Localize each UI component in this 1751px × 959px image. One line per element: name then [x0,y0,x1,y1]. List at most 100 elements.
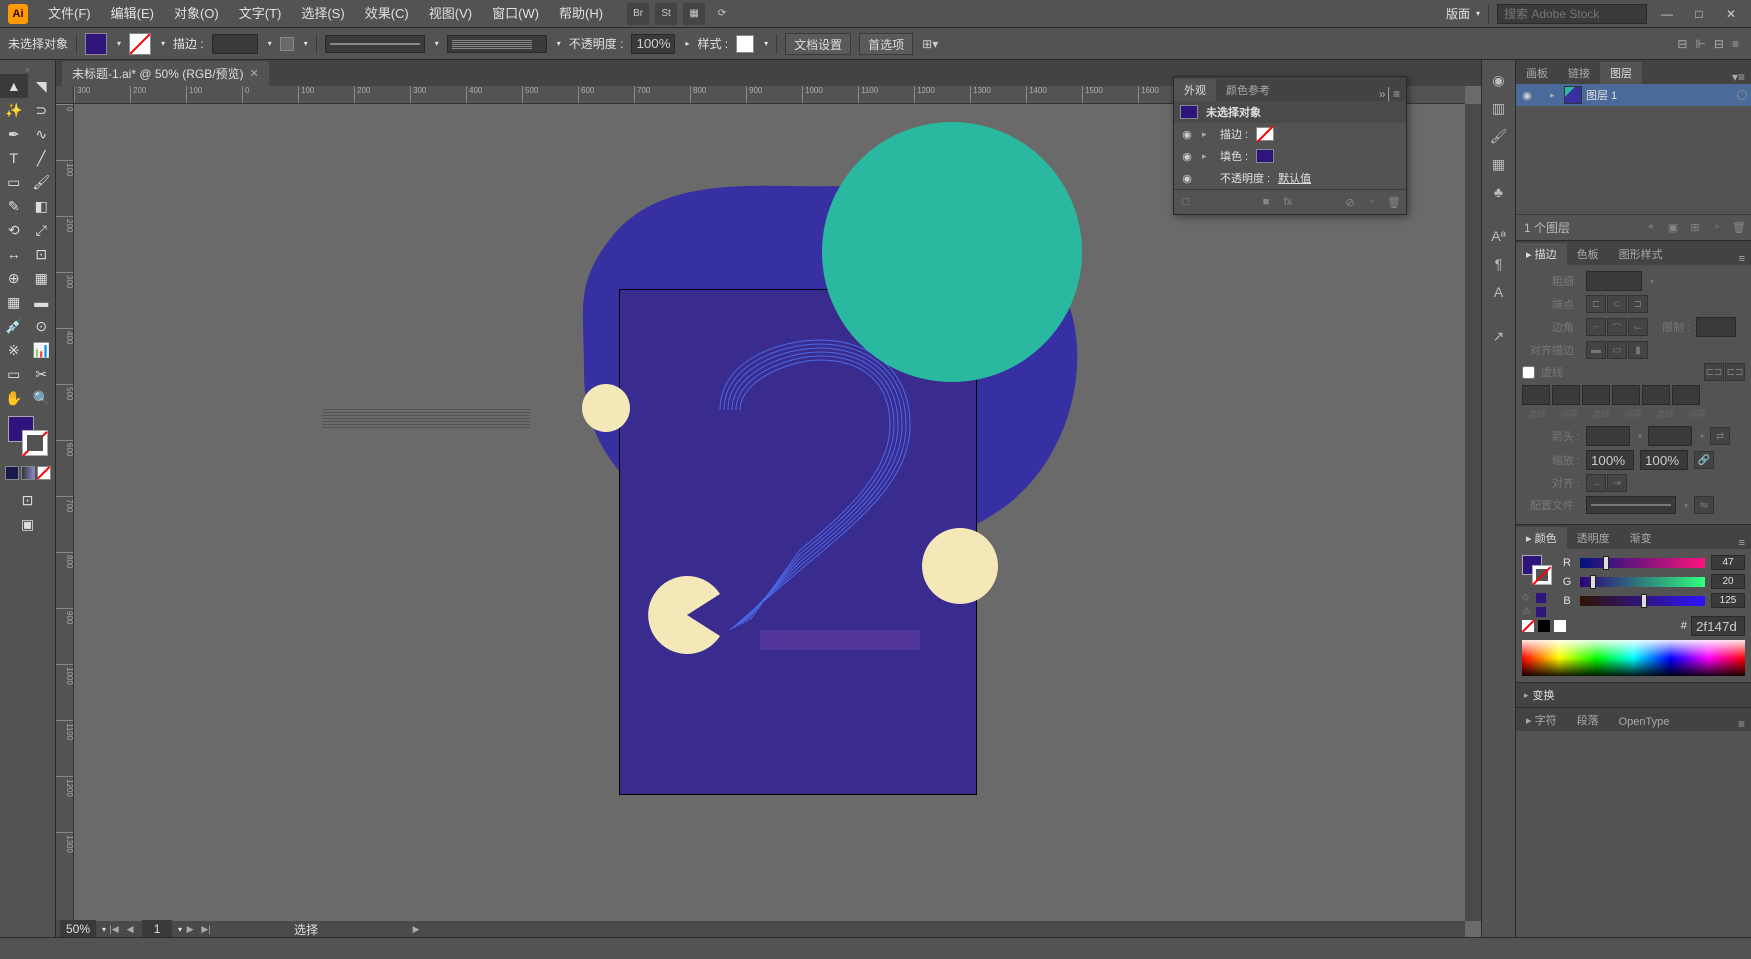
brush-stroke-preview[interactable] [447,35,547,53]
dash-1[interactable] [1522,385,1550,405]
perspective-tool[interactable]: ▦ [28,266,56,290]
add-effect-icon[interactable]: fx [1280,194,1296,210]
dock-char-icon[interactable]: Aª [1487,224,1511,248]
tab-stroke[interactable]: ▸ 描边 [1516,243,1567,265]
arrow-end[interactable] [1648,426,1692,446]
stroke-panel-weight-input[interactable] [1586,271,1642,291]
gradient-tool[interactable]: ▬ [28,290,56,314]
appearance-panel[interactable]: 外观 颜色参考 »│≡ 未选择对象 ◉ ▸ 描边 : ◉ ▸ 填色 : ◉ 不透… [1173,76,1407,215]
selection-tool[interactable]: ▲ [0,74,28,98]
teal-circle[interactable] [822,122,1082,382]
pen-tool[interactable]: ✒ [0,122,28,146]
dock-doc-icon[interactable]: ▥ [1487,96,1511,120]
transform-panel-header[interactable]: 变换 [1516,683,1751,707]
arrow-tip-icon[interactable]: ⇥ [1607,474,1627,492]
gap-1[interactable] [1552,385,1580,405]
layer-visibility-icon[interactable]: ◉ [1520,89,1534,102]
web-safe-swatch[interactable] [1536,593,1546,603]
panel-toggle-icon-3[interactable]: ⊟ [1714,37,1724,51]
menu-select[interactable]: 选择(S) [291,0,354,28]
search-stock-input[interactable] [1497,4,1647,24]
cap-butt-icon[interactable]: ⊏ [1586,295,1606,313]
tab-color[interactable]: ▸ 颜色 [1516,527,1567,549]
dash-preserve-icon[interactable]: ⊏⊐ [1704,363,1724,381]
width-tool[interactable]: ↔ [0,242,28,266]
artboard-number[interactable]: 1 [142,920,172,937]
tab-links[interactable]: 链接 [1558,62,1600,84]
none-mode-icon[interactable] [37,466,51,480]
direct-selection-tool[interactable]: ◥ [28,74,56,98]
align-inside-icon[interactable]: ▭ [1607,341,1627,359]
dock-swatches-icon[interactable]: ▦ [1487,152,1511,176]
lasso-tool[interactable]: ⊃ [28,98,56,122]
cream-circle-large[interactable] [922,528,998,604]
vertical-ruler[interactable]: 0100200300400500600700800900100011001200… [56,104,74,921]
menu-window[interactable]: 窗口(W) [482,0,549,28]
ruler-origin[interactable] [56,86,74,104]
sync-icon[interactable]: ⟳ [711,3,733,25]
paintbrush-tool[interactable]: 🖌 [28,170,56,194]
appearance-opacity-value[interactable]: 默认值 [1278,170,1311,186]
b-value[interactable]: 125 [1711,593,1745,608]
clear-appearance-icon[interactable]: ⊘ [1342,194,1358,210]
layers-panel-menu-icon[interactable]: ▾≡ [1726,70,1751,84]
layer-row[interactable]: ◉ ▸ 图层 1 [1516,84,1751,106]
mesh-tool[interactable]: ▦ [0,290,28,314]
delete-layer-icon[interactable]: 🗑 [1731,219,1747,235]
r-value[interactable]: 47 [1711,555,1745,570]
menu-effect[interactable]: 效果(C) [355,0,419,28]
new-layer-icon[interactable]: ▫ [1709,219,1725,235]
rectangle-tool[interactable]: ▭ [0,170,28,194]
curvature-tool[interactable]: ∿ [28,122,56,146]
horizontal-scrollbar[interactable]: 50%▾ |◀ ◀ 1▾ ▶ ▶| 选择 ▶ [56,921,1465,937]
fill-visibility-icon[interactable]: ◉ [1180,150,1194,163]
black-swatch[interactable] [1538,620,1550,632]
bridge-icon[interactable]: Br [627,3,649,25]
dock-color-icon[interactable]: ◉ [1487,68,1511,92]
toolbox-grip[interactable] [0,64,55,74]
fill-stroke-indicator[interactable] [8,416,48,456]
line-tool[interactable]: ╱ [28,146,56,170]
dash-3[interactable] [1642,385,1670,405]
opacity-dropdown[interactable]: ▸ [685,39,689,48]
duplicate-item-icon[interactable]: ▫ [1364,194,1380,210]
align-to-icon[interactable]: ⊞▾ [921,35,939,53]
b-slider[interactable] [1580,596,1705,606]
join-bevel-icon[interactable]: ⌙ [1628,318,1648,336]
tab-graphic-styles[interactable]: 图形样式 [1609,243,1673,265]
none-swatch[interactable] [1522,620,1534,632]
arrow-extend-icon[interactable]: → [1586,474,1606,492]
rotate-tool[interactable]: ⟲ [0,218,28,242]
dash-2[interactable] [1582,385,1610,405]
shape-builder-tool[interactable]: ⊕ [0,266,28,290]
stroke-weight-dropdown[interactable]: ▾ [268,39,272,48]
variable-width-profile[interactable] [280,37,294,51]
document-tab[interactable]: 未标题-1.ai* @ 50% (RGB/预览) ✕ [62,61,269,86]
stroke-panel-menu-icon[interactable]: ≡ [1733,253,1751,265]
swap-arrows-icon[interactable]: ⇄ [1710,427,1730,445]
locate-object-icon[interactable]: ⌖ [1643,219,1659,235]
menu-file[interactable]: 文件(F) [38,0,101,28]
last-artboard-icon[interactable]: ▶| [198,921,214,937]
pacman-shape[interactable] [648,576,726,654]
first-artboard-icon[interactable]: |◀ [106,921,122,937]
dock-symbols-icon[interactable]: ♣ [1487,180,1511,204]
opacity-input[interactable] [631,34,675,54]
graphic-style-swatch[interactable] [736,35,754,53]
tab-swatches[interactable]: 色板 [1567,243,1609,265]
menu-view[interactable]: 视图(V) [419,0,482,28]
align-center-icon[interactable]: ▬ [1586,341,1606,359]
brush-definition[interactable] [325,35,425,53]
vertical-scrollbar[interactable] [1465,104,1481,921]
cap-projecting-icon[interactable]: ⊐ [1628,295,1648,313]
arrange-icon[interactable]: ▦ [683,3,705,25]
menu-object[interactable]: 对象(O) [164,0,229,28]
window-maximize[interactable]: □ [1687,5,1711,23]
preferences-button[interactable]: 首选项 [859,33,913,55]
panel-toggle-icon-1[interactable]: ⊟ [1677,37,1687,51]
arrow-scale-start[interactable] [1586,450,1634,470]
layer-expand-icon[interactable]: ▸ [1550,90,1560,101]
dock-para-icon[interactable]: ¶ [1487,252,1511,276]
eyedropper-tool[interactable]: 💉 [0,314,28,338]
tab-character[interactable]: ▸ 字符 [1516,709,1567,731]
